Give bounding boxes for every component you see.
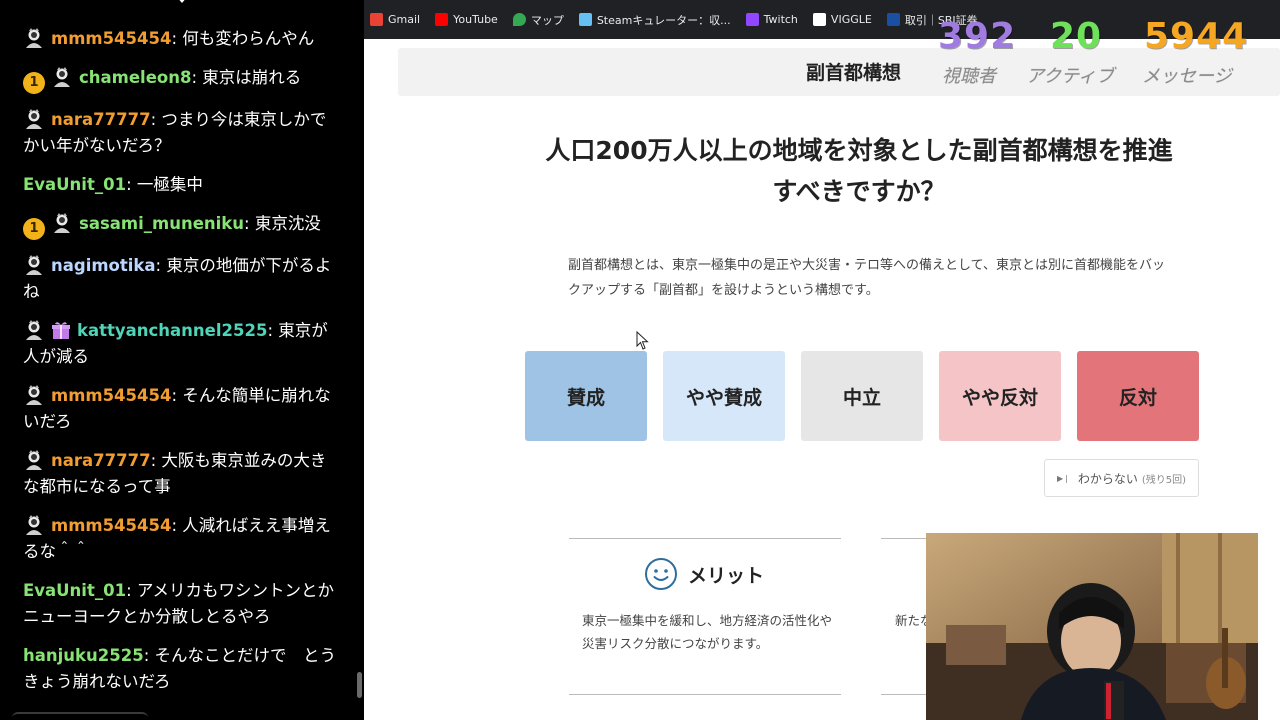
chat-message: hanjuku2525: そんなことだけで とうきょう崩れないだろ bbox=[0, 643, 356, 695]
user-avatar-icon bbox=[54, 67, 70, 87]
chat-username[interactable]: mmm545454 bbox=[51, 29, 171, 48]
sbi-icon bbox=[886, 13, 900, 26]
bookmark-viggle[interactable]: VIGGLE bbox=[812, 13, 872, 26]
bookmark-label: マップ bbox=[530, 13, 564, 27]
chat-message: EvaUnit_01: 一極集中 bbox=[0, 172, 356, 198]
bookmark-gmail[interactable]: Gmail bbox=[370, 13, 420, 26]
youtube-icon bbox=[435, 13, 449, 26]
user-avatar-icon bbox=[54, 213, 70, 233]
chat-username[interactable]: chameleon8 bbox=[79, 68, 191, 87]
chat-message: EvaUnit_01: アメリカもワシントンとかニューヨークとか分散しとるやろ bbox=[0, 578, 356, 630]
gift-icon bbox=[52, 322, 70, 339]
unknown-label: わからない bbox=[1077, 471, 1138, 486]
chat-username[interactable]: EvaUnit_01 bbox=[23, 175, 126, 194]
merit-header: メリット bbox=[644, 557, 764, 591]
chevron-down-icon[interactable] bbox=[174, 0, 190, 6]
chat-message: 1 sasami_muneniku: 東京沈没 bbox=[0, 211, 356, 240]
chat-text: : 東京は崩れる bbox=[191, 68, 302, 87]
user-avatar-icon bbox=[26, 385, 42, 405]
chat-message-list: mmm545454: 何も変わらんやん 1 chameleon8: 東京は崩れる na… bbox=[0, 26, 356, 708]
page-header: 副首都構想 bbox=[398, 48, 1280, 96]
chat-text: : 東京沈没 bbox=[244, 214, 321, 233]
chat-message: nara77777: 大阪も東京並みの大きな都市になるって事 bbox=[0, 448, 356, 500]
sub-badge-icon: 1 bbox=[23, 72, 45, 94]
bookmark-steam[interactable]: Steamキュレーター：収... bbox=[578, 12, 731, 28]
user-avatar-icon bbox=[26, 515, 42, 535]
chat-message: mmm545454: 人減ればええ事増えるな＾＾ bbox=[0, 513, 356, 565]
question-line-2: すべきですか？ bbox=[772, 177, 946, 206]
chat-username[interactable]: kattyanchannel2525 bbox=[77, 321, 267, 340]
merit-bottom-divider bbox=[569, 694, 841, 695]
merit-top-divider bbox=[569, 538, 841, 539]
bookmark-youtube[interactable]: YouTube bbox=[435, 13, 498, 26]
vote-label: やや賛成 bbox=[685, 386, 762, 409]
skip-icon: ▶❘ bbox=[1057, 473, 1070, 483]
vote-somewhat-disagree-button[interactable]: やや反対 bbox=[939, 351, 1061, 441]
bookmark-sbi[interactable]: 取引｜SBI証券 bbox=[886, 12, 978, 28]
mouse-cursor-icon bbox=[636, 331, 649, 350]
user-avatar-icon bbox=[26, 255, 42, 275]
chat-username[interactable]: mmm545454 bbox=[51, 386, 171, 405]
vote-label: やや反対 bbox=[961, 386, 1038, 409]
user-avatar-icon bbox=[26, 320, 42, 340]
bookmark-label: VIGGLE bbox=[830, 13, 872, 26]
merit-text: 東京一極集中を緩和し、地方経済の活性化や災害リスク分散につながります。 bbox=[582, 613, 833, 651]
viggle-icon bbox=[812, 13, 826, 26]
vote-disagree-button[interactable]: 反対 bbox=[1077, 351, 1199, 441]
sub-badge-icon: 1 bbox=[23, 218, 45, 240]
chat-message: mmm545454: そんな簡単に崩れないだろ bbox=[0, 383, 356, 435]
bookmark-maps[interactable]: マップ bbox=[512, 12, 564, 28]
chat-username[interactable]: nagimotika bbox=[51, 256, 156, 275]
merit-title: メリット bbox=[688, 564, 765, 587]
bookmark-label: Gmail bbox=[388, 13, 421, 26]
question-description: 副首都構想とは、東京一極集中の是正や大災害・テロ等への備えとして、東京とは別に首… bbox=[568, 258, 1165, 298]
chat-input-edge bbox=[12, 712, 148, 720]
maps-icon bbox=[512, 13, 526, 26]
chat-message: mmm545454: 何も変わらんやん bbox=[0, 26, 356, 52]
chat-message: nara77777: つまり今は東京しかでかい年がないだろ？ bbox=[0, 107, 356, 159]
steam-icon bbox=[578, 13, 592, 26]
vote-neutral-button[interactable]: 中立 bbox=[801, 351, 923, 441]
chat-username[interactable]: EvaUnit_01 bbox=[23, 581, 126, 600]
vote-label: 反対 bbox=[1118, 386, 1157, 409]
vote-label: 賛成 bbox=[566, 386, 605, 409]
bookmark-label: 取引｜SBI証券 bbox=[904, 13, 978, 27]
chat-text: : 何も変わらんやん bbox=[171, 29, 315, 48]
question-heading: 人口200万人以上の地域を対象とした副首都構想を推進 すべきですか？ bbox=[498, 130, 1220, 212]
remaining-count: (残り5回) bbox=[1141, 474, 1187, 486]
question-line-1: 人口200万人以上の地域を対象とした副首都構想を推進 bbox=[545, 136, 1173, 165]
webcam-overlay bbox=[926, 533, 1258, 720]
chat-text: : 一極集中 bbox=[126, 175, 203, 194]
vote-label: 中立 bbox=[842, 386, 881, 409]
chat-username[interactable]: nara77777 bbox=[51, 110, 151, 129]
page-title: 副首都構想 bbox=[806, 62, 902, 84]
vote-somewhat-agree-button[interactable]: やや賛成 bbox=[663, 351, 785, 441]
smile-icon bbox=[645, 558, 677, 590]
vote-agree-button[interactable]: 賛成 bbox=[525, 351, 647, 441]
unknown-button[interactable]: ▶❘ わからない (残り5回) bbox=[1044, 459, 1199, 497]
chat-username[interactable]: sasami_muneniku bbox=[79, 214, 244, 233]
chat-scrollbar[interactable] bbox=[357, 672, 362, 698]
twitch-icon bbox=[745, 13, 759, 26]
user-avatar-icon bbox=[26, 28, 42, 48]
chat-username[interactable]: nara77777 bbox=[51, 451, 151, 470]
chat-message: kattyanchannel2525: 東京が人が減る bbox=[0, 318, 356, 370]
chat-username[interactable]: mmm545454 bbox=[51, 516, 171, 535]
chat-message: nagimotika: 東京の地価が下がるよね bbox=[0, 253, 356, 305]
bookmark-label: Steamキュレーター：収... bbox=[596, 13, 731, 27]
bookmarks-bar: Gmail YouTube マップ Steamキュレーター：収... Twitch VIG… bbox=[364, 0, 1280, 39]
user-avatar-icon bbox=[26, 450, 42, 470]
chat-username[interactable]: hanjuku2525 bbox=[23, 646, 144, 665]
user-avatar-icon bbox=[26, 109, 42, 129]
webcam-feed bbox=[926, 533, 1258, 720]
gmail-icon bbox=[370, 13, 383, 26]
chat-message: 1 chameleon8: 東京は崩れる bbox=[0, 65, 356, 94]
bookmark-twitch[interactable]: Twitch bbox=[745, 13, 798, 26]
chat-panel: mmm545454: 何も変わらんやん 1 chameleon8: 東京は崩れる na… bbox=[0, 0, 364, 720]
bookmark-label: Twitch bbox=[763, 13, 798, 26]
bookmark-label: YouTube bbox=[453, 13, 498, 26]
